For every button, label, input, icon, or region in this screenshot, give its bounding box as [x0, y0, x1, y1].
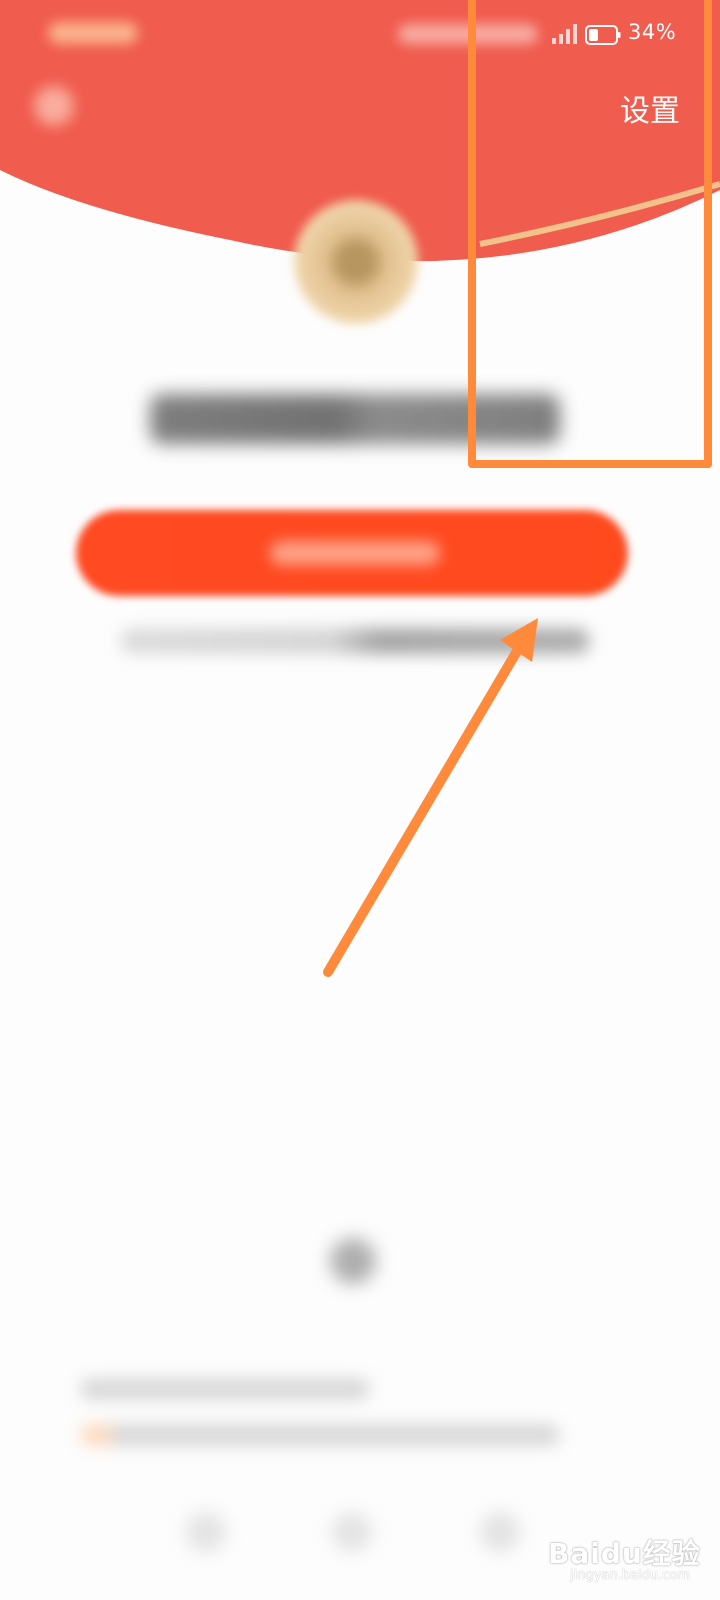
- avatar[interactable]: [294, 200, 418, 324]
- status-network-blurred: [398, 24, 538, 44]
- center-icon[interactable]: [330, 1238, 376, 1284]
- battery-percentage: 34%: [628, 20, 677, 44]
- bottom-agreement-line-blurred[interactable]: [80, 1424, 560, 1446]
- signal-icon: [552, 24, 577, 44]
- back-icon[interactable]: [34, 86, 74, 126]
- nav-item-icon[interactable]: [332, 1512, 372, 1552]
- status-bar: 34%: [0, 0, 720, 70]
- watermark-url: jingyan.baidu.com: [570, 1568, 690, 1583]
- agreement-text-blurred[interactable]: [120, 628, 590, 654]
- bottom-text-line-blurred: [80, 1378, 370, 1400]
- nav-item-icon[interactable]: [186, 1512, 226, 1552]
- watermark-brand: Baidu经验: [548, 1537, 701, 1570]
- status-time-blurred: [48, 22, 138, 44]
- nav-item-icon[interactable]: [480, 1512, 520, 1552]
- login-button-label-blurred: [270, 541, 440, 565]
- settings-button[interactable]: 设置: [610, 90, 690, 134]
- baidu-watermark: Baidu经验 jingyan.baidu.com: [548, 1532, 708, 1590]
- page-title-blurred: [150, 394, 560, 444]
- battery-icon: [585, 25, 621, 45]
